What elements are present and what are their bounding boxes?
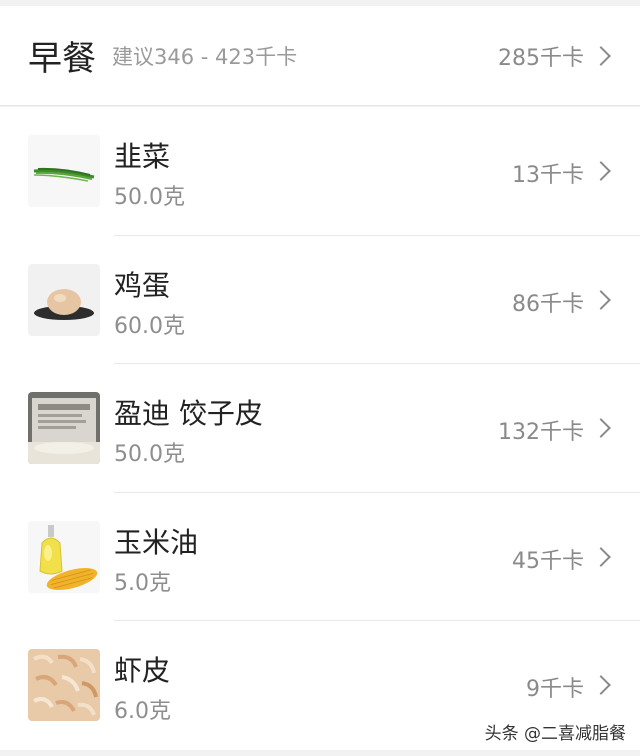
food-item[interactable]: 盈迪 饺子皮 50.0克 132千卡 [0,364,640,493]
food-amount: 50.0克 [114,442,185,468]
food-kcal: 45千卡 [512,548,584,574]
chevron-right-icon[interactable] [591,289,611,310]
food-amount: 50.0克 [114,185,185,210]
food-list: 韭菜 50.0克 13千卡 鸡蛋 60.0克 86千卡 盈迪 饺子皮 50.0克… [0,107,640,750]
food-amount: 6.0克 [114,699,171,725]
chevron-right-icon[interactable] [591,546,611,567]
chevron-right-icon[interactable] [591,45,611,66]
food-name: 韭菜 [114,140,171,173]
food-kcal: 132千卡 [498,420,584,446]
food-kcal: 13千卡 [512,163,584,188]
food-item[interactable]: 鸡蛋 60.0克 86千卡 [0,235,640,365]
meal-header[interactable]: 早餐 建议346 - 423千卡 285千卡 [0,6,640,106]
food-name: 虾皮 [114,654,171,688]
food-name: 玉米油 [114,525,199,559]
meal-total-kcal: 285千卡 [498,45,584,71]
chevron-right-icon[interactable] [591,418,611,439]
food-amount: 5.0克 [114,570,171,596]
egg-image [28,263,100,336]
corn-oil-image [28,520,100,593]
chevron-right-icon[interactable] [591,675,611,696]
chevron-right-icon[interactable] [591,161,611,181]
chives-image [28,135,100,207]
meal-title: 早餐 [28,39,96,79]
food-name: 盈迪 饺子皮 [114,397,263,431]
bottom-band [0,750,640,756]
watermark: 头条 @二喜减脂餐 [484,724,626,744]
food-kcal: 9千卡 [526,677,584,703]
food-item[interactable]: 韭菜 50.0克 13千卡 [0,107,640,236]
dried-shrimp-image [28,649,100,722]
food-name: 鸡蛋 [114,268,171,302]
food-amount: 60.0克 [114,313,185,339]
meal-suggestion: 建议346 - 423千卡 [112,44,298,69]
food-item[interactable]: 玉米油 5.0克 45千卡 [0,492,640,622]
food-kcal: 86千卡 [512,291,584,317]
dumpling-wrapper-image [28,392,100,465]
